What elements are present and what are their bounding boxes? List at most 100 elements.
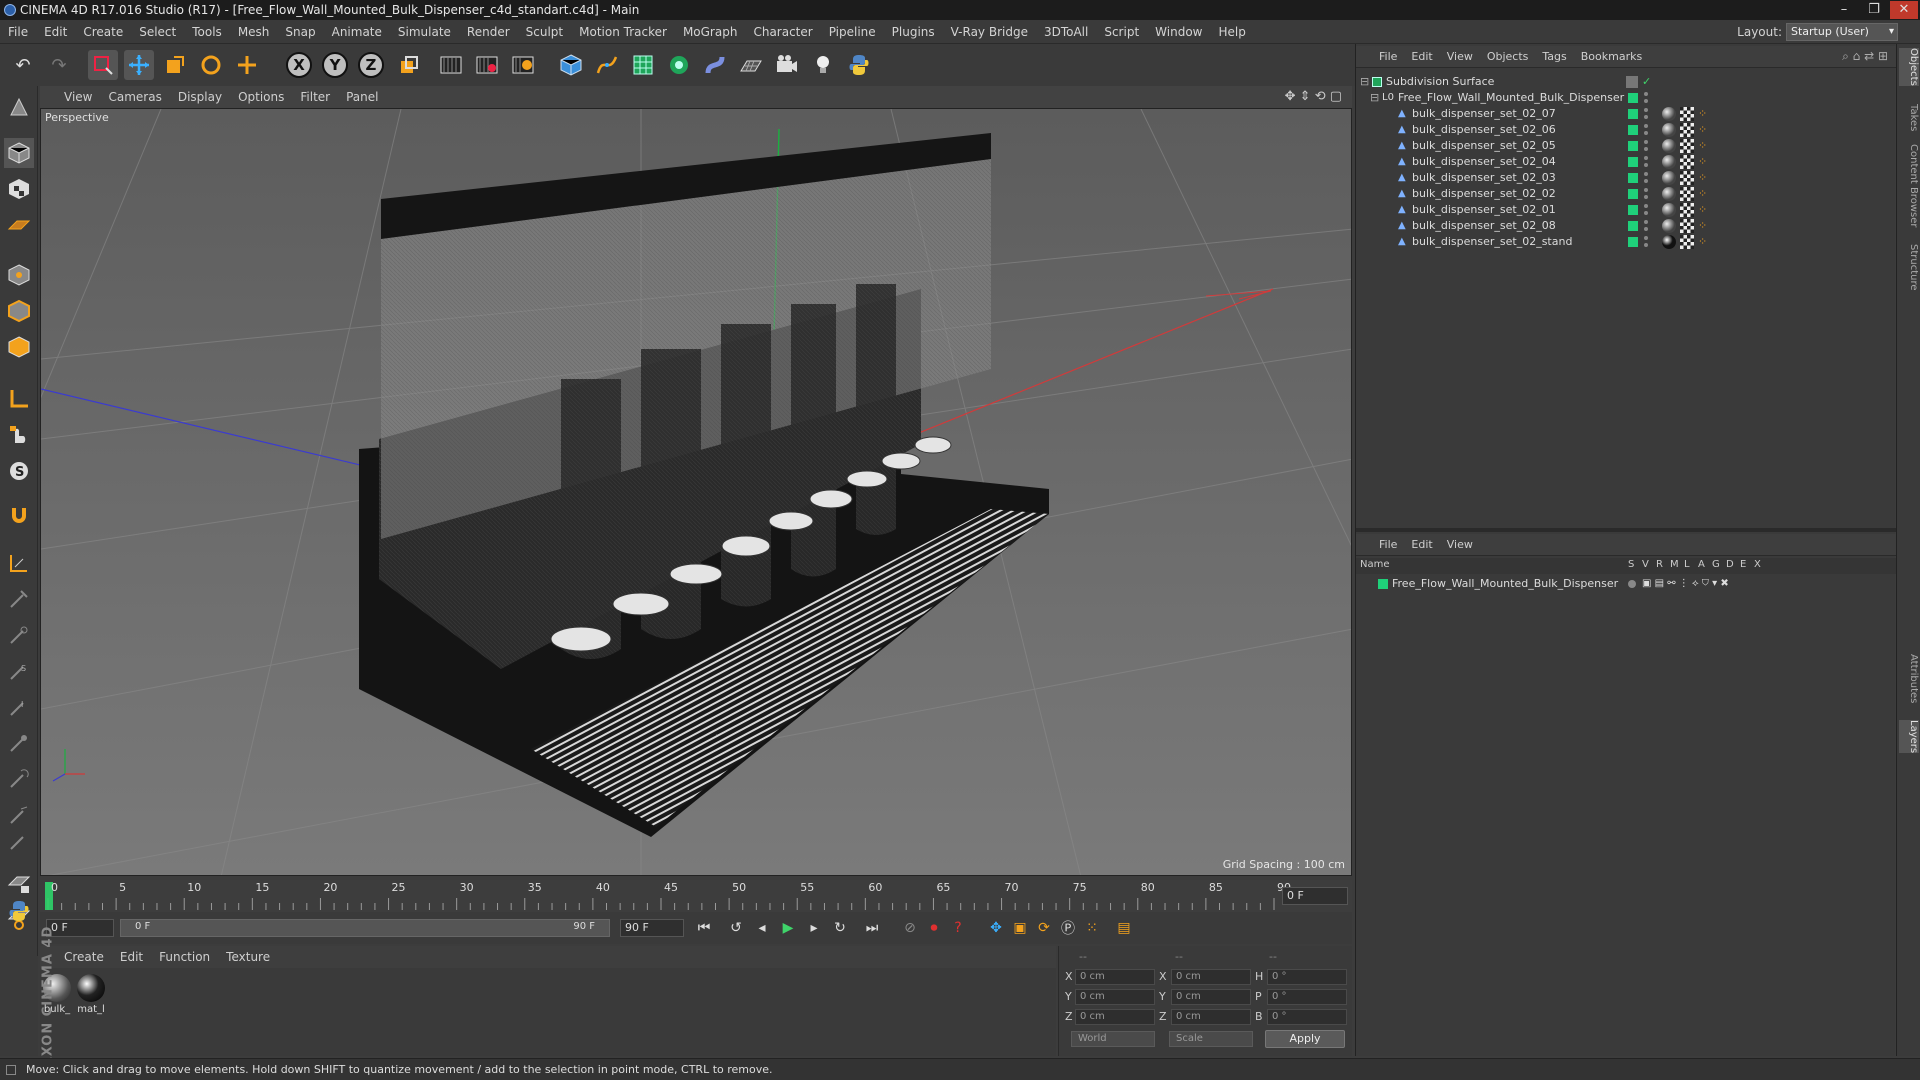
sculpt-smooth-icon[interactable]: S (4, 656, 34, 686)
menu-window[interactable]: Window (1147, 20, 1210, 44)
phong-tag-icon[interactable]: ⁘ (1698, 107, 1712, 121)
start-frame-field[interactable]: 0 F (46, 919, 114, 937)
key-rotation-icon[interactable]: ⟳ (1032, 917, 1056, 939)
rotation-b-field[interactable]: 0 ° (1267, 1009, 1347, 1025)
move-tool-icon[interactable] (124, 50, 154, 80)
floor-icon[interactable] (736, 50, 766, 80)
position-x-field[interactable]: 0 cm (1075, 969, 1155, 985)
tab-objects[interactable]: Objects (1899, 48, 1919, 86)
object-menu-view[interactable]: View (1440, 46, 1480, 68)
go-to-end-icon[interactable]: ⏭ (860, 917, 884, 939)
menu-script[interactable]: Script (1096, 20, 1147, 44)
phong-tag-icon[interactable]: ⁘ (1698, 155, 1712, 169)
next-frame-icon[interactable]: ▸ (802, 917, 826, 939)
object-menu-edit[interactable]: Edit (1404, 46, 1439, 68)
visibility-dot-icon[interactable] (1644, 156, 1648, 160)
keyframe-selection-icon[interactable]: ? (946, 917, 970, 939)
phong-tag-icon[interactable]: ⁘ (1698, 203, 1712, 217)
texture-tag-icon[interactable] (1680, 219, 1694, 233)
menu-3dtoall[interactable]: 3DToAll (1036, 20, 1096, 44)
brush-tool-icon[interactable] (4, 584, 34, 614)
cube-primitive-icon[interactable] (556, 50, 586, 80)
phong-tag-icon[interactable]: ⁘ (1698, 187, 1712, 201)
polygons-mode-icon[interactable] (4, 332, 34, 362)
texture-tag-icon[interactable] (1680, 203, 1694, 217)
object-manager-search-icon[interactable]: ⌕ ⌂ ⇄ ⊞ (1842, 49, 1888, 64)
object-row[interactable]: ▲ bulk_dispenser_set_02_stand ⁘ (1356, 232, 1896, 252)
phong-tag-icon[interactable]: ⁘ (1698, 171, 1712, 185)
viewport-navigation-icons[interactable]: ✥ ⇕ ⟲ ▢ (1285, 89, 1342, 104)
visibility-dot-icon[interactable] (1644, 124, 1648, 128)
locked-workplane-icon[interactable] (4, 868, 34, 898)
menu-sculpt[interactable]: Sculpt (518, 20, 571, 44)
rotate-tool-icon[interactable] (196, 50, 226, 80)
next-key-icon[interactable]: ↻ (828, 917, 852, 939)
key-pla-icon[interactable]: ⁙ (1080, 917, 1104, 939)
menu-tools[interactable]: Tools (184, 20, 230, 44)
go-to-start-icon[interactable]: ⏮ (692, 917, 716, 939)
menu-character[interactable]: Character (745, 20, 820, 44)
phong-tag-icon[interactable]: ⁘ (1698, 123, 1712, 137)
tab-layers[interactable]: Layers (1899, 720, 1919, 754)
undo-icon[interactable]: ↶ (8, 50, 38, 80)
minimize-button[interactable]: – (1830, 1, 1858, 19)
apply-button[interactable]: Apply (1265, 1030, 1345, 1048)
visibility-dot-icon[interactable] (1644, 140, 1648, 144)
rotation-p-field[interactable]: 0 ° (1267, 989, 1347, 1005)
phong-tag-icon[interactable]: ⁘ (1698, 219, 1712, 233)
subdivision-surface-icon[interactable] (628, 50, 658, 80)
coordinate-space-dropdown[interactable]: World (1071, 1031, 1155, 1047)
axis-mode-icon[interactable] (4, 384, 34, 414)
layer-menu-edit[interactable]: Edit (1404, 534, 1439, 556)
workplane-axis-icon[interactable] (4, 548, 34, 578)
menu-mesh[interactable]: Mesh (230, 20, 278, 44)
object-menu-file[interactable]: File (1372, 46, 1404, 68)
previous-frame-icon[interactable]: ◂ (750, 917, 774, 939)
texture-mode-icon[interactable] (4, 174, 34, 204)
position-z-field[interactable]: 0 cm (1075, 1009, 1155, 1025)
sculpt-wax-icon[interactable] (4, 826, 34, 856)
material-tag-icon[interactable] (1662, 219, 1676, 233)
sculpt-inflate-icon[interactable]: I (4, 692, 34, 722)
menu-plugins[interactable]: Plugins (884, 20, 943, 44)
material-tag-icon[interactable] (1662, 171, 1676, 185)
texture-tag-icon[interactable] (1680, 155, 1694, 169)
texture-tag-icon[interactable] (1680, 187, 1694, 201)
editor-visible-icon[interactable] (1626, 76, 1638, 88)
render-picture-viewer-icon[interactable] (472, 50, 502, 80)
points-mode-icon[interactable] (4, 260, 34, 290)
mograph-cloner-icon[interactable] (664, 50, 694, 80)
tab-attributes[interactable]: Attributes (1899, 654, 1919, 703)
coordinate-system-icon[interactable] (394, 50, 424, 80)
render-dot-icon[interactable] (1644, 131, 1648, 135)
material-tag-icon[interactable] (1662, 107, 1676, 121)
key-position-icon[interactable]: ✥ (984, 917, 1008, 939)
layer-row[interactable]: Free_Flow_Wall_Mounted_Bulk_Dispenser ▣ … (1356, 574, 1896, 594)
spline-pen-icon[interactable] (592, 50, 622, 80)
viewport-menu-panel[interactable]: Panel (338, 86, 386, 108)
transform-tool-icon[interactable] (232, 50, 262, 80)
size-y-field[interactable]: 0 cm (1171, 989, 1251, 1005)
visibility-dot-icon[interactable] (1644, 220, 1648, 224)
deformer-icon[interactable] (700, 50, 730, 80)
menu-select[interactable]: Select (131, 20, 184, 44)
visibility-dot-icon[interactable] (1644, 172, 1648, 176)
maximize-button[interactable]: ❐ (1860, 1, 1888, 19)
autokey-icon[interactable]: ⏺ (922, 917, 946, 939)
viewport-menu-view[interactable]: View (56, 86, 100, 108)
material-tag-icon[interactable] (1662, 139, 1676, 153)
key-scale-icon[interactable]: ▣ (1008, 917, 1032, 939)
viewport-menu-display[interactable]: Display (170, 86, 230, 108)
z-axis-lock-button[interactable]: Z (356, 50, 386, 80)
timeline-window-icon[interactable]: ▤ (1112, 917, 1136, 939)
play-icon[interactable]: ▶ (776, 917, 800, 939)
render-dot-icon[interactable] (1644, 147, 1648, 151)
menu-create[interactable]: Create (75, 20, 131, 44)
texture-tag-icon[interactable] (1680, 139, 1694, 153)
menu-render[interactable]: Render (459, 20, 518, 44)
previous-key-icon[interactable]: ↺ (724, 917, 748, 939)
close-button[interactable]: ✕ (1890, 1, 1918, 19)
object-menu-tags[interactable]: Tags (1535, 46, 1573, 68)
viewport-menu-cameras[interactable]: Cameras (100, 86, 169, 108)
texture-tag-icon[interactable] (1680, 171, 1694, 185)
